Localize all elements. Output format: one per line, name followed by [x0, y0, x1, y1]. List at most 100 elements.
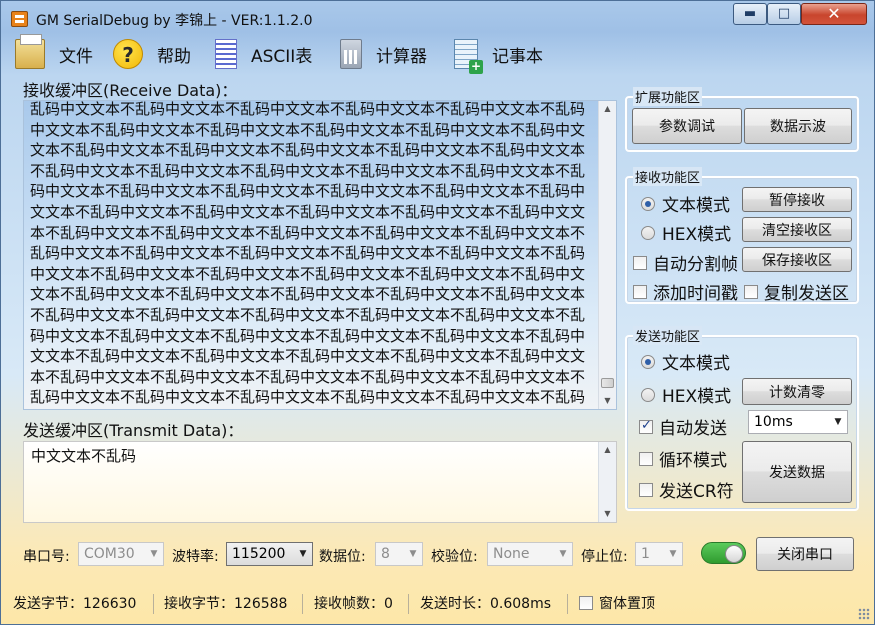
chevron-down-icon: ▼ [669, 549, 677, 559]
resize-grip-icon[interactable] [858, 608, 870, 620]
window-topmost-checkbox[interactable]: 窗体置顶 [579, 593, 655, 613]
param-debug-button[interactable]: 参数调试 [632, 108, 742, 144]
menu-help[interactable]: ? 帮助 [113, 39, 191, 69]
chevron-down-icon: ▼ [409, 549, 417, 559]
scroll-up-icon[interactable]: ▲ [599, 442, 616, 458]
port-toggle-switch[interactable] [701, 542, 746, 564]
recv-text-mode-label: 文本模式 [662, 196, 730, 216]
menu-bar: 文件 ? 帮助 ASCII表 计算器 记事本 [1, 34, 874, 74]
receive-group-title: 接收功能区 [633, 167, 703, 186]
menu-notepad[interactable]: 记事本 [454, 39, 543, 74]
close-port-button[interactable]: 关闭串口 [756, 537, 854, 571]
menu-calculator-label: 计算器 [376, 46, 427, 67]
send-text-mode-radio[interactable]: 文本模式 [641, 349, 730, 374]
parity-select[interactable]: None ▼ [487, 542, 573, 566]
save-receive-button[interactable]: 保存接收区 [742, 247, 852, 272]
maximize-button[interactable]: □ [767, 3, 801, 25]
transmit-label: 发送缓冲区(Transmit Data)： [23, 421, 244, 440]
reset-count-button[interactable]: 计数清零 [742, 378, 852, 405]
transmit-textarea[interactable]: 中文文本不乱码 ▲ ▼ [23, 441, 617, 523]
send-text-mode-label: 文本模式 [662, 354, 730, 374]
databits-value: 8 [381, 546, 390, 562]
chevron-down-icon: ▼ [834, 417, 842, 427]
expand-group: 扩展功能区 参数调试 数据示波 [625, 87, 859, 152]
clear-receive-button[interactable]: 清空接收区 [742, 217, 852, 242]
stopbits-select[interactable]: 1 ▼ [635, 542, 683, 566]
data-scope-button[interactable]: 数据示波 [744, 108, 852, 144]
send-function-group: 发送功能区 文本模式 HEX模式 计数清零 自动发送 10ms ▼ 循环模式 发… [625, 326, 859, 511]
window-topmost-label: 窗体置顶 [599, 596, 655, 612]
close-window-button[interactable]: ✕ [801, 3, 867, 25]
help-icon: ? [113, 39, 143, 69]
send-hex-mode-label: HEX模式 [662, 387, 732, 407]
checkbox-checked-icon [639, 418, 653, 434]
notepad-icon [454, 39, 483, 74]
receive-function-group: 接收功能区 文本模式 暂停接收 HEX模式 清空接收区 自动分割帧 保存接收区 … [625, 167, 859, 304]
menu-ascii[interactable]: ASCII表 [215, 39, 312, 69]
add-timestamp-checkbox[interactable]: 添加时间戳 [633, 279, 738, 304]
auto-send-interval-select[interactable]: 10ms ▼ [748, 410, 848, 434]
receive-scrollbar[interactable]: ▲ ▼ [598, 101, 616, 409]
menu-file-label: 文件 [59, 46, 93, 67]
recv-bytes-status: 接收字节：126588 [164, 596, 288, 612]
calculator-icon [340, 39, 362, 69]
scroll-thumb[interactable] [601, 378, 614, 388]
menu-notepad-label: 记事本 [492, 46, 543, 67]
scroll-down-icon[interactable]: ▼ [599, 393, 616, 409]
send-cr-checkbox[interactable]: 发送CR符 [639, 477, 734, 502]
send-data-button[interactable]: 发送数据 [742, 441, 852, 503]
databits-select[interactable]: 8 ▼ [375, 542, 423, 566]
loop-mode-checkbox[interactable]: 循环模式 [639, 446, 727, 471]
chevron-down-icon: ▼ [299, 549, 307, 559]
stopbits-label: 停止位: [581, 549, 628, 565]
port-label: 串口号: [23, 549, 70, 565]
copy-send-label: 复制发送区 [764, 284, 849, 304]
checkbox-icon [633, 284, 647, 299]
parity-label: 校验位: [431, 549, 478, 565]
recv-text-mode-radio[interactable]: 文本模式 [641, 191, 730, 216]
ascii-table-icon [215, 39, 237, 69]
status-bar: 发送字节：126630 接收字节：126588 接收帧数：0 发送时长：0.60… [1, 591, 874, 624]
recv-frames-status: 接收帧数：0 [314, 596, 393, 612]
recv-hex-mode-radio[interactable]: HEX模式 [641, 220, 731, 245]
auto-send-interval-value: 10ms [754, 414, 793, 430]
minimize-button[interactable]: ▬ [733, 3, 767, 25]
checkbox-icon [633, 255, 647, 270]
auto-split-checkbox[interactable]: 自动分割帧 [633, 250, 738, 275]
checkbox-icon [639, 451, 653, 466]
folder-icon [15, 34, 45, 69]
title-bar[interactable]: GM SerialDebug by 李锦上 - VER:1.1.2.0 ▬ □ … [1, 1, 874, 37]
auto-split-label: 自动分割帧 [653, 255, 738, 275]
baud-select[interactable]: 115200 ▼ [226, 542, 313, 566]
transmit-scrollbar[interactable]: ▲ ▼ [598, 442, 616, 522]
menu-ascii-label: ASCII表 [251, 46, 313, 67]
send-group-title: 发送功能区 [633, 326, 703, 345]
add-timestamp-label: 添加时间戳 [653, 284, 738, 304]
checkbox-icon [744, 284, 758, 299]
scroll-up-icon[interactable]: ▲ [599, 101, 616, 117]
menu-file[interactable]: 文件 [15, 34, 93, 69]
chevron-down-icon: ▼ [150, 549, 158, 559]
radio-unchecked-icon [641, 225, 655, 240]
status-divider [567, 594, 568, 614]
checkbox-icon [639, 482, 653, 497]
receive-textarea[interactable]: 乱码中文文本不乱码中文文本不乱码中文文本不乱码中文文本不乱码中文文本不乱码中文文… [23, 100, 617, 410]
window-title: GM SerialDebug by 李锦上 - VER:1.1.2.0 [36, 13, 313, 29]
port-value: COM30 [84, 546, 135, 562]
parity-value: None [493, 546, 530, 562]
scroll-down-icon[interactable]: ▼ [599, 506, 616, 522]
chevron-down-icon: ▼ [559, 549, 567, 559]
auto-send-checkbox[interactable]: 自动发送 [639, 414, 727, 439]
menu-calculator[interactable]: 计算器 [340, 39, 427, 69]
radio-checked-icon [641, 196, 655, 211]
send-duration-status: 发送时长：0.608ms [420, 596, 552, 612]
databits-label: 数据位: [319, 549, 366, 565]
pause-receive-button[interactable]: 暂停接收 [742, 187, 852, 212]
transmit-content: 中文文本不乱码 [31, 447, 137, 465]
receive-content: 乱码中文文本不乱码中文文本不乱码中文文本不乱码中文文本不乱码中文文本不乱码中文文… [30, 100, 586, 409]
app-icon [11, 11, 28, 27]
copy-send-checkbox[interactable]: 复制发送区 [744, 279, 849, 304]
checkbox-icon [579, 596, 593, 610]
send-hex-mode-radio[interactable]: HEX模式 [641, 382, 731, 407]
port-select[interactable]: COM30 ▼ [78, 542, 164, 566]
